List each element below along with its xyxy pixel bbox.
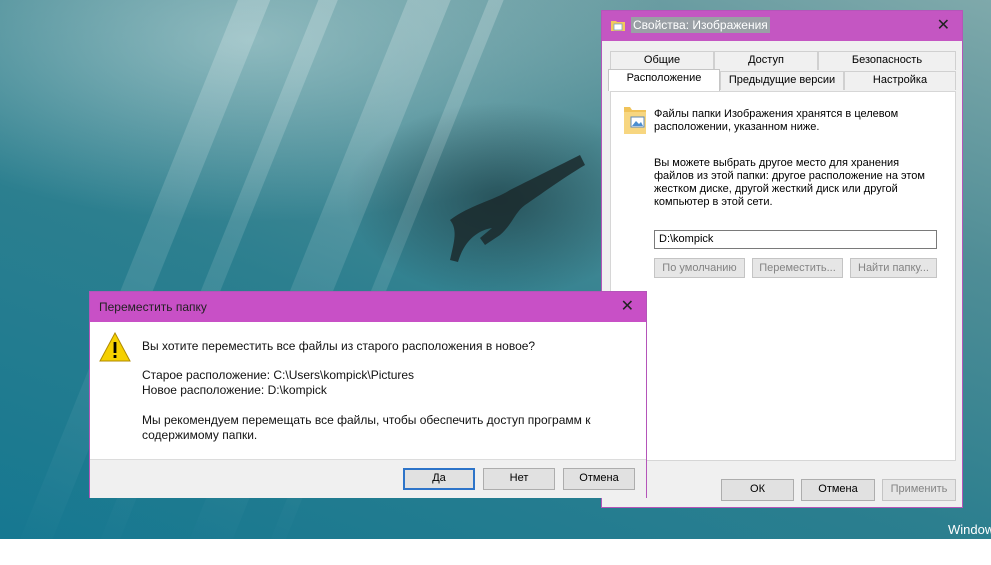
tab-customize[interactable]: Настройка bbox=[844, 71, 956, 90]
swimmer-silhouette bbox=[450, 155, 585, 262]
windows-watermark: Window bbox=[948, 522, 991, 537]
tab-location[interactable]: Расположение bbox=[608, 69, 720, 91]
description-line: компьютер в этой сети. bbox=[654, 196, 773, 208]
location-tab-panel: Файлы папки Изображения хранятся в целев… bbox=[610, 91, 956, 461]
properties-title: Свойства: Изображения bbox=[631, 17, 770, 33]
apply-button[interactable]: Применить bbox=[882, 479, 956, 501]
tab-security[interactable]: Безопасность bbox=[818, 51, 956, 70]
no-button[interactable]: Нет bbox=[483, 468, 555, 490]
description-line: жестком диске, другой жесткий диск или д… bbox=[654, 183, 898, 195]
location-info-line: расположении, указанном ниже. bbox=[654, 121, 820, 133]
tabs-row-2: Расположение Предыдущие версии Настройка bbox=[608, 69, 956, 91]
move-folder-dialog: Переместить папку ✕ Вы хотите переместит… bbox=[89, 291, 647, 498]
find-folder-button[interactable]: Найти папку... bbox=[850, 258, 937, 278]
close-icon[interactable]: ✕ bbox=[621, 297, 634, 315]
new-location-text: Новое расположение: D:\kompick bbox=[142, 383, 327, 397]
warning-icon bbox=[99, 332, 131, 362]
properties-dialog: Свойства: Изображения ✕ Общие Доступ Без… bbox=[601, 10, 963, 508]
description-line: Вы можете выбрать другое место для хране… bbox=[654, 157, 900, 169]
cancel-move-button[interactable]: Отмена bbox=[563, 468, 635, 490]
restore-default-button[interactable]: По умолчанию bbox=[654, 258, 745, 278]
location-info-line: Файлы папки Изображения хранятся в целев… bbox=[654, 108, 899, 120]
folder-icon bbox=[611, 21, 625, 31]
close-icon[interactable]: ✕ bbox=[937, 16, 950, 34]
move-dialog-titlebar[interactable]: Переместить папку ✕ bbox=[90, 292, 646, 322]
cancel-button[interactable]: Отмена bbox=[801, 479, 875, 501]
tab-previous-versions[interactable]: Предыдущие версии bbox=[720, 71, 844, 90]
ok-button[interactable]: ОК bbox=[721, 479, 794, 501]
recommendation-text: Мы рекомендуем перемещать все файлы, что… bbox=[142, 413, 591, 427]
pictures-folder-icon bbox=[624, 107, 646, 134]
tabs-row-1: Общие Доступ Безопасность bbox=[610, 51, 956, 70]
properties-titlebar[interactable]: Свойства: Изображения ✕ bbox=[602, 11, 962, 41]
tab-sharing[interactable]: Доступ bbox=[714, 51, 818, 70]
location-path-input[interactable]: D:\kompick bbox=[654, 230, 937, 249]
move-dialog-title: Переместить папку bbox=[99, 300, 207, 314]
yes-button[interactable]: Да bbox=[403, 468, 475, 490]
move-question: Вы хотите переместить все файлы из старо… bbox=[142, 339, 536, 353]
old-location-text: Старое расположение: C:\Users\kompick\Pi… bbox=[142, 368, 415, 382]
recommendation-text: содержимому папки. bbox=[142, 428, 258, 442]
move-button[interactable]: Переместить... bbox=[752, 258, 843, 278]
description-line: файлов из этой папки: другое расположени… bbox=[654, 170, 925, 182]
tab-general[interactable]: Общие bbox=[610, 51, 714, 70]
move-dialog-footer: Да Нет Отмена bbox=[90, 459, 646, 498]
